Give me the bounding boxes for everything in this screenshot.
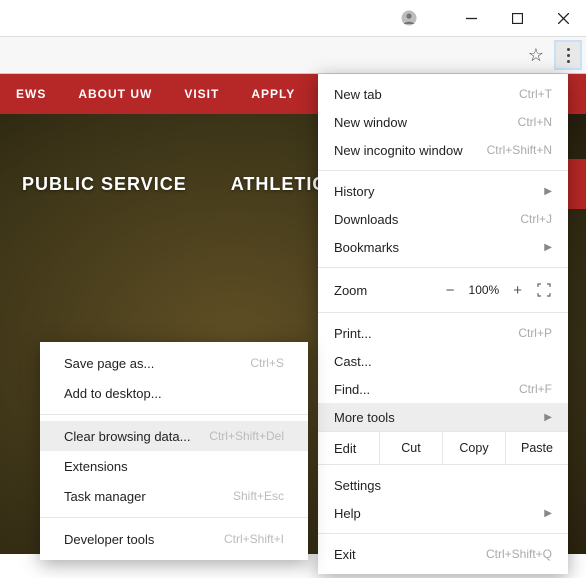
menu-separator <box>40 414 308 415</box>
submenu-task-manager[interactable]: Task managerShift+Esc <box>40 481 308 511</box>
submenu-extensions[interactable]: Extensions <box>40 451 308 481</box>
nav-item[interactable]: ABOUT UW <box>62 74 168 114</box>
chevron-right-icon: ▶ <box>544 242 552 253</box>
chevron-right-icon: ▶ <box>544 508 552 519</box>
zoom-label: Zoom <box>334 283 432 298</box>
shortcut-text: Ctrl+Shift+N <box>487 143 552 157</box>
menu-bookmarks[interactable]: Bookmarks▶ <box>318 233 568 261</box>
browser-menu-button[interactable] <box>554 40 582 70</box>
menu-zoom: Zoom − 100% + <box>318 274 568 306</box>
menu-edit-row: Edit Cut Copy Paste <box>318 431 568 465</box>
menu-separator <box>318 170 568 171</box>
close-button[interactable] <box>540 0 586 36</box>
menu-separator <box>318 267 568 268</box>
nav-item[interactable]: VISIT <box>168 74 235 114</box>
chevron-right-icon: ▶ <box>544 186 552 197</box>
shortcut-text: Ctrl+Shift+Q <box>486 547 552 561</box>
minimize-button[interactable] <box>448 0 494 36</box>
menu-history[interactable]: History▶ <box>318 177 568 205</box>
menu-cast[interactable]: Cast... <box>318 347 568 375</box>
edit-label: Edit <box>318 432 380 464</box>
menu-incognito[interactable]: New incognito windowCtrl+Shift+N <box>318 136 568 164</box>
shortcut-text: Ctrl+Shift+Del <box>209 429 284 443</box>
bookmark-star-icon[interactable]: ☆ <box>522 45 550 66</box>
zoom-out-button[interactable]: − <box>446 282 455 299</box>
submenu-clear-data[interactable]: Clear browsing data...Ctrl+Shift+Del <box>40 421 308 451</box>
shortcut-text: Shift+Esc <box>233 489 284 503</box>
menu-help[interactable]: Help▶ <box>318 499 568 527</box>
menu-separator <box>318 533 568 534</box>
menu-separator <box>318 312 568 313</box>
menu-downloads[interactable]: DownloadsCtrl+J <box>318 205 568 233</box>
menu-print[interactable]: Print...Ctrl+P <box>318 319 568 347</box>
edit-paste-button[interactable]: Paste <box>506 432 568 464</box>
subnav-item[interactable]: PUBLIC SERVICE <box>0 162 209 207</box>
submenu-save-page[interactable]: Save page as...Ctrl+S <box>40 348 308 378</box>
shortcut-text: Ctrl+N <box>518 115 552 129</box>
menu-separator <box>40 517 308 518</box>
zoom-in-button[interactable]: + <box>513 282 522 299</box>
submenu-add-desktop[interactable]: Add to desktop... <box>40 378 308 408</box>
edit-copy-button[interactable]: Copy <box>443 432 506 464</box>
menu-new-tab[interactable]: New tabCtrl+T <box>318 80 568 108</box>
browser-main-menu: New tabCtrl+T New windowCtrl+N New incog… <box>318 74 568 574</box>
menu-exit[interactable]: ExitCtrl+Shift+Q <box>318 540 568 568</box>
fullscreen-icon[interactable] <box>536 282 552 298</box>
chevron-right-icon: ▶ <box>544 412 552 423</box>
nav-item[interactable]: EWS <box>0 74 62 114</box>
more-tools-submenu: Save page as...Ctrl+S Add to desktop... … <box>40 342 308 560</box>
browser-toolbar: ☆ <box>0 36 586 74</box>
submenu-dev-tools[interactable]: Developer toolsCtrl+Shift+I <box>40 524 308 554</box>
menu-new-window[interactable]: New windowCtrl+N <box>318 108 568 136</box>
shortcut-text: Ctrl+Shift+I <box>224 532 284 546</box>
edit-cut-button[interactable]: Cut <box>380 432 443 464</box>
menu-more-tools[interactable]: More tools▶ <box>318 403 568 431</box>
maximize-button[interactable] <box>494 0 540 36</box>
shortcut-text: Ctrl+F <box>519 382 552 396</box>
shortcut-text: Ctrl+S <box>250 356 284 370</box>
menu-settings[interactable]: Settings <box>318 471 568 499</box>
shortcut-text: Ctrl+P <box>518 326 552 340</box>
nav-item[interactable]: APPLY <box>235 74 311 114</box>
menu-find[interactable]: Find...Ctrl+F <box>318 375 568 403</box>
shortcut-text: Ctrl+T <box>519 87 552 101</box>
zoom-value: 100% <box>469 283 500 297</box>
window-titlebar <box>0 0 586 36</box>
user-icon[interactable] <box>400 9 418 27</box>
shortcut-text: Ctrl+J <box>520 212 552 226</box>
